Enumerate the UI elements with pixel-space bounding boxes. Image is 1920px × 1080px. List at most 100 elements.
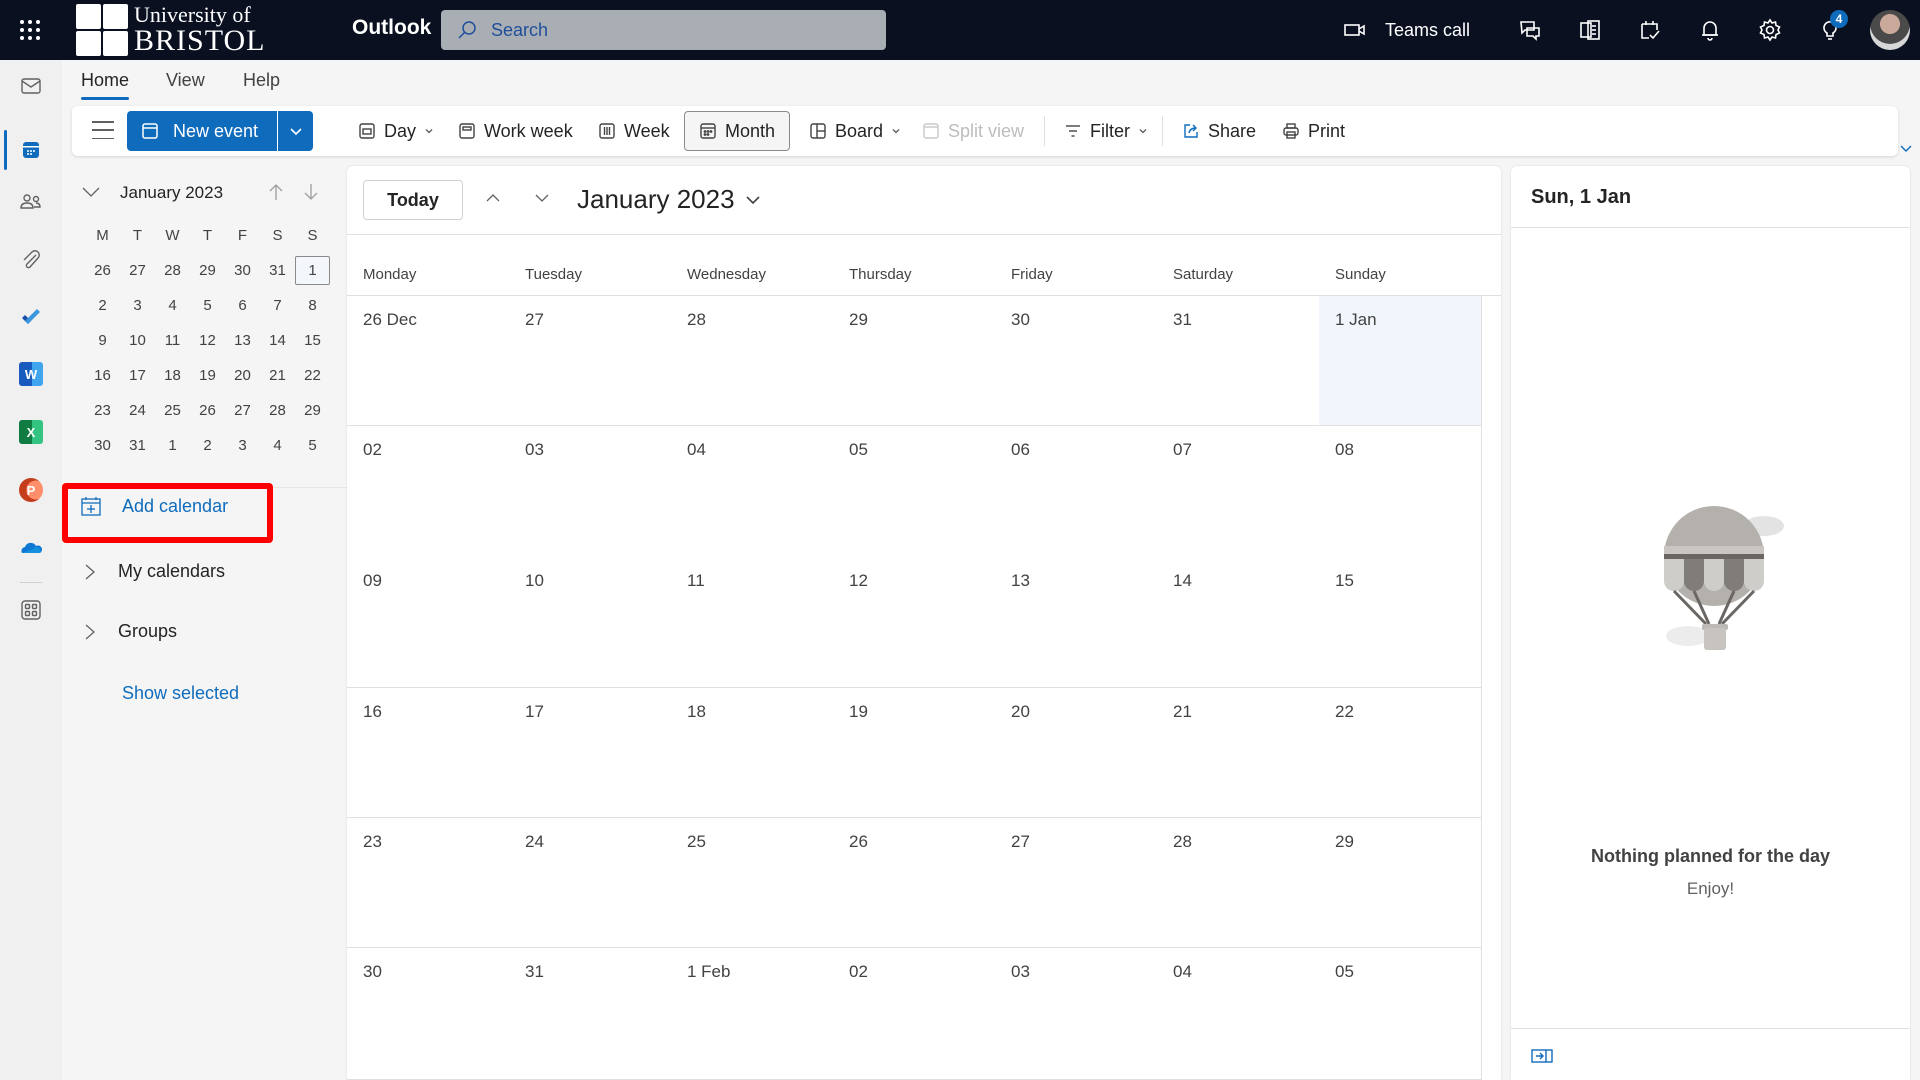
tab-view[interactable]: View xyxy=(166,70,205,91)
calendar-day-cell[interactable]: 07 xyxy=(1157,426,1319,557)
new-event-button[interactable]: New event xyxy=(127,111,277,151)
print-button[interactable]: Print xyxy=(1282,106,1345,156)
mini-calendar-day[interactable]: 25 xyxy=(155,396,190,425)
waffle-icon[interactable] xyxy=(18,18,42,42)
mini-calendar-day[interactable]: 3 xyxy=(225,431,260,460)
calendar-day-cell[interactable]: 15 xyxy=(1319,557,1481,687)
university-logo[interactable]: University of BRISTOL xyxy=(76,2,265,58)
mini-calendar-day[interactable]: 9 xyxy=(85,326,120,355)
arrow-up-icon[interactable] xyxy=(268,183,284,201)
calendar-day-cell[interactable]: 09 xyxy=(347,557,509,687)
show-selected-link[interactable]: Show selected xyxy=(122,683,239,704)
mini-calendar-day[interactable]: 22 xyxy=(295,361,330,390)
mini-calendar-day[interactable]: 15 xyxy=(295,326,330,355)
calendar-day-cell[interactable]: 26 xyxy=(833,818,995,947)
tips-button[interactable]: 4 xyxy=(1800,0,1860,60)
mini-calendar-day[interactable]: 20 xyxy=(225,361,260,390)
rail-powerpoint[interactable]: P xyxy=(0,466,62,514)
calendar-day-cell[interactable]: 1 Jan xyxy=(1319,296,1481,425)
rail-mail[interactable] xyxy=(0,62,62,110)
calendar-day-cell[interactable]: 31 xyxy=(1157,296,1319,425)
mini-calendar-day[interactable]: 26 xyxy=(85,256,120,285)
calendar-day-cell[interactable]: 24 xyxy=(509,818,671,947)
mini-calendar-day[interactable]: 3 xyxy=(120,291,155,320)
mini-calendar-day[interactable]: 24 xyxy=(120,396,155,425)
day-view-button[interactable]: Day xyxy=(358,106,434,156)
calendar-day-cell[interactable]: 28 xyxy=(1157,818,1319,947)
mini-calendar-day[interactable]: 27 xyxy=(120,256,155,285)
tab-home[interactable]: Home xyxy=(81,70,129,91)
board-view-button[interactable]: Board xyxy=(809,106,901,156)
app-name[interactable]: Outlook xyxy=(352,16,431,40)
mini-calendar-day[interactable]: 28 xyxy=(155,256,190,285)
calendar-day-cell[interactable]: 12 xyxy=(833,557,995,687)
notifications-button[interactable] xyxy=(1680,0,1740,60)
calendar-day-cell[interactable]: 13 xyxy=(995,557,1157,687)
calendar-day-cell[interactable]: 27 xyxy=(995,818,1157,947)
mini-calendar-day[interactable]: 7 xyxy=(260,291,295,320)
calendar-day-cell[interactable]: 29 xyxy=(1319,818,1481,947)
mini-calendar-title[interactable]: January 2023 xyxy=(120,183,223,203)
rail-files[interactable] xyxy=(0,236,62,284)
calendar-day-cell[interactable]: 04 xyxy=(1157,948,1319,1079)
mini-calendar-day[interactable]: 11 xyxy=(155,326,190,355)
mini-calendar-day[interactable]: 1 xyxy=(295,256,330,285)
calendar-day-cell[interactable]: 03 xyxy=(509,426,671,557)
calendar-day-cell[interactable]: 11 xyxy=(671,557,833,687)
mini-calendar-day[interactable]: 6 xyxy=(225,291,260,320)
calendar-day-cell[interactable]: 04 xyxy=(671,426,833,557)
today-button[interactable]: Today xyxy=(363,180,463,220)
filter-button[interactable]: Filter xyxy=(1064,106,1148,156)
mini-calendar-day[interactable]: 21 xyxy=(260,361,295,390)
scrollbar-track[interactable] xyxy=(1481,296,1482,1080)
calendar-day-cell[interactable]: 30 xyxy=(995,296,1157,425)
split-view-button[interactable]: Split view xyxy=(922,106,1024,156)
mini-calendar-day[interactable]: 10 xyxy=(120,326,155,355)
onenote-button[interactable] xyxy=(1560,0,1620,60)
arrow-down-icon[interactable] xyxy=(303,183,319,201)
calendar-day-cell[interactable]: 26 Dec xyxy=(347,296,509,425)
calendar-day-cell[interactable]: 08 xyxy=(1319,426,1481,557)
teams-call-button[interactable]: Teams call xyxy=(1343,18,1470,42)
calendar-day-cell[interactable]: 18 xyxy=(671,688,833,817)
mini-calendar-day[interactable]: 5 xyxy=(295,431,330,460)
work-week-view-button[interactable]: Work week xyxy=(458,106,573,156)
rail-people[interactable] xyxy=(0,178,62,226)
calendar-day-cell[interactable]: 23 xyxy=(347,818,509,947)
mini-calendar-day[interactable]: 31 xyxy=(260,256,295,285)
week-view-button[interactable]: Week xyxy=(598,106,670,156)
share-button[interactable]: Share xyxy=(1182,106,1256,156)
calendar-day-cell[interactable]: 19 xyxy=(833,688,995,817)
rail-word[interactable]: W xyxy=(0,350,62,398)
chat-button[interactable] xyxy=(1500,0,1560,60)
calendar-day-cell[interactable]: 05 xyxy=(1319,948,1481,1079)
calendar-day-cell[interactable]: 20 xyxy=(995,688,1157,817)
my-calendars-group[interactable]: My calendars xyxy=(84,561,225,582)
mini-calendar-day[interactable]: 30 xyxy=(85,431,120,460)
mini-calendar-day[interactable]: 12 xyxy=(190,326,225,355)
settings-button[interactable] xyxy=(1740,0,1800,60)
mini-calendar-day[interactable]: 17 xyxy=(120,361,155,390)
calendar-day-cell[interactable]: 31 xyxy=(509,948,671,1079)
calendar-day-cell[interactable]: 22 xyxy=(1319,688,1481,817)
mini-calendar-day[interactable]: 29 xyxy=(190,256,225,285)
calendar-day-cell[interactable]: 21 xyxy=(1157,688,1319,817)
mini-calendar-day[interactable]: 28 xyxy=(260,396,295,425)
mini-calendar-day[interactable]: 29 xyxy=(295,396,330,425)
ribbon-collapse-chevron-icon[interactable] xyxy=(1900,144,1912,154)
hamburger-menu-icon[interactable] xyxy=(92,121,114,139)
month-view-button[interactable]: Month xyxy=(684,111,791,151)
mini-calendar-day[interactable]: 26 xyxy=(190,396,225,425)
calendar-day-cell[interactable]: 1 Feb xyxy=(671,948,833,1079)
calendar-day-cell[interactable]: 16 xyxy=(347,688,509,817)
mini-calendar-day[interactable]: 4 xyxy=(155,291,190,320)
calendar-title[interactable]: January 2023 xyxy=(577,184,761,215)
calendar-day-cell[interactable]: 29 xyxy=(833,296,995,425)
mini-calendar-day[interactable]: 1 xyxy=(155,431,190,460)
mini-calendar-day[interactable]: 2 xyxy=(85,291,120,320)
calendar-day-cell[interactable]: 30 xyxy=(347,948,509,1079)
tab-help[interactable]: Help xyxy=(243,70,280,91)
previous-month-button[interactable] xyxy=(485,190,501,206)
rail-calendar[interactable] xyxy=(0,126,62,174)
mini-calendar-day[interactable]: 19 xyxy=(190,361,225,390)
